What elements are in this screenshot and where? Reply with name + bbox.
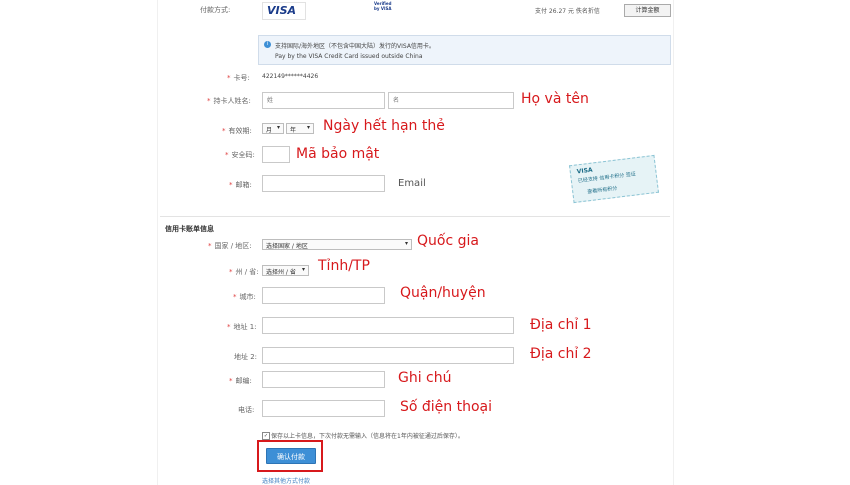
postal-label: * 邮编: — [229, 377, 252, 385]
chevron-down-icon: ▾ — [276, 124, 280, 131]
annotation-name: Họ và tên — [521, 91, 589, 107]
cardholder-last-name-input[interactable] — [388, 92, 514, 109]
country-label: * 国家 / 地区: — [208, 242, 252, 250]
annotation-phone: Số điện thoại — [400, 399, 493, 415]
cvv-label: * 安全码: — [225, 151, 255, 159]
info-line2: Pay by the VISA Credit Card issued outsi… — [275, 53, 423, 60]
payment-method-label: 付款方式: — [200, 6, 231, 14]
address1-label: * 地址 1: — [227, 323, 257, 331]
verified-by-visa-logo: Verified by VISA — [374, 1, 392, 11]
city-label: * 城市: — [233, 293, 256, 301]
expiry-month-select[interactable]: 月 ▾ — [262, 123, 284, 134]
address2-input[interactable] — [262, 347, 514, 364]
expiry-label: * 有效期: — [222, 127, 252, 135]
visa-logo-text: VISA — [267, 4, 297, 17]
expiry-year-select[interactable]: 年 ▾ — [286, 123, 314, 134]
annotation-country: Quốc gia — [417, 233, 479, 249]
cardholder-first-name-input[interactable] — [262, 92, 385, 109]
postal-input[interactable] — [262, 371, 385, 388]
section-divider — [160, 216, 670, 217]
phone-label: 电话: — [238, 406, 255, 414]
annotation-address2: Địa chỉ 2 — [530, 346, 592, 362]
visa-option[interactable]: VISA — [262, 2, 306, 20]
calculator-button[interactable]: 计算金额 — [624, 4, 671, 17]
address2-label: 地址 2: — [234, 353, 258, 361]
annotation-cvv: Mã bảo mật — [296, 146, 380, 162]
annotation-postal: Ghi chú — [398, 370, 452, 386]
card-number-label: * 卡号: — [227, 74, 250, 82]
save-info-checkbox[interactable]: ✓ — [262, 432, 270, 440]
annotation-expiry: Ngày hết hạn thẻ — [323, 118, 445, 134]
city-input[interactable] — [262, 287, 385, 304]
annotation-address1: Địa chỉ 1 — [530, 317, 592, 333]
info-icon: i — [264, 41, 271, 48]
email-label: * 邮箱: — [229, 181, 252, 189]
phone-input[interactable] — [262, 400, 385, 417]
country-select[interactable]: 选择国家 / 地区 ▾ — [262, 239, 412, 250]
province-label: * 州 / 省: — [229, 268, 259, 276]
chevron-down-icon: ▾ — [306, 124, 310, 131]
amount-text: 支付 26.27 元 佚名折信 — [535, 8, 600, 15]
cardholder-label: * 持卡人姓名: — [207, 97, 251, 105]
annotation-city: Quận/huyện — [400, 285, 486, 301]
address1-input[interactable] — [262, 317, 514, 334]
visa-info-box: i 支持国际/海外地区（不包含中国大陆）发行的VISA信用卡。 Pay by t… — [258, 35, 671, 65]
save-info-text: 保存以上卡信息，下次付款无需输入（信息将在1年内被征通过后保存）。 — [271, 433, 464, 440]
annotation-province: Tỉnh/TP — [318, 258, 370, 274]
chevron-down-icon: ▾ — [301, 266, 305, 273]
confirm-payment-button[interactable]: 确认付款 — [266, 448, 316, 464]
cvv-input[interactable] — [262, 146, 290, 163]
other-methods-link[interactable]: 选择其他方式付款 — [262, 476, 310, 485]
chevron-down-icon: ▾ — [404, 240, 408, 247]
annotation-email: Email — [398, 178, 426, 189]
info-line1: 支持国际/海外地区（不包含中国大陆）发行的VISA信用卡。 — [275, 43, 435, 50]
province-select[interactable]: 选择州 / 省 ▾ — [262, 265, 309, 276]
visa-badge-sub: 查看所有积分 — [587, 185, 618, 196]
email-input[interactable] — [262, 175, 385, 192]
card-number-value: 422149******4426 — [262, 73, 319, 80]
billing-section-title: 信用卡账单信息 — [165, 225, 214, 233]
